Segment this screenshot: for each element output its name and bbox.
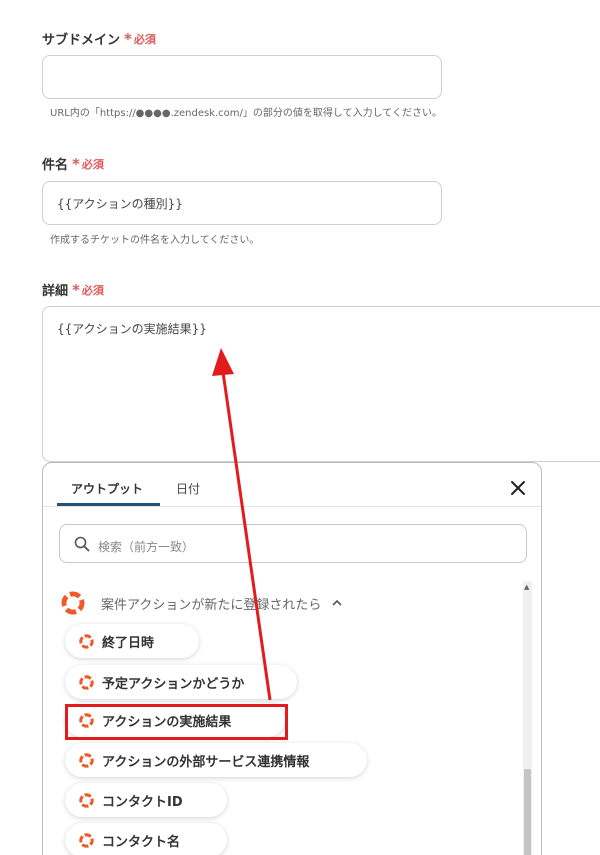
detail-label-text: 詳細 (42, 284, 69, 299)
subject-label: 件名 * 必須 (42, 154, 104, 174)
output-item[interactable]: コンタクトID (65, 783, 227, 817)
output-group-header[interactable]: 案件アクションが新たに登録されたら (61, 591, 343, 615)
popup-tabs: アウトプット 日付 (43, 463, 541, 507)
lifebuoy-icon (79, 674, 94, 690)
subdomain-help-text: URL内の「https://●●●●.zendesk.com/」の部分の値を取得… (50, 108, 443, 119)
lifebuoy-icon (79, 752, 94, 768)
output-item-label: 予定アクションかどうか (102, 676, 245, 692)
lifebuoy-icon (79, 633, 94, 649)
search-input[interactable]: 検索（前方一致） (59, 524, 527, 563)
close-icon[interactable] (507, 477, 529, 499)
subdomain-label: サブドメイン * 必須 (42, 29, 156, 49)
tab-date[interactable]: 日付 (176, 480, 200, 497)
lifebuoy-icon (79, 832, 94, 848)
required-text: 必須 (133, 32, 156, 46)
required-text: 必須 (81, 157, 104, 171)
subject-label-text: 件名 (42, 158, 69, 173)
output-item-label: 終了日時 (102, 635, 155, 651)
scrollbar-thumb[interactable] (524, 769, 531, 855)
detail-label: 詳細 * 必須 (42, 280, 104, 300)
tab-output[interactable]: アウトプット (71, 480, 143, 497)
output-item-label: アクションの外部サービス連携情報 (102, 754, 310, 770)
subject-help-text: 作成するチケットの件名を入力してください。 (50, 235, 260, 246)
group-title: 案件アクションが新たに登録されたら (101, 597, 322, 613)
subject-input[interactable]: {{アクションの種別}} (42, 181, 442, 225)
output-item[interactable]: アクションの外部サービス連携情報 (65, 743, 367, 777)
chevron-up-icon[interactable] (331, 597, 343, 609)
lifebuoy-icon (79, 792, 94, 808)
output-picker-popup: アウトプット 日付 検索（前方一致） ▲ 案件アクションが新たに登録されたら 終… (42, 462, 542, 855)
output-item-label: コンタクト名 (102, 834, 181, 850)
required-marker: * 必須 (72, 280, 104, 299)
search-placeholder: 検索（前方一致） (98, 540, 195, 554)
output-item[interactable]: 終了日時 (65, 624, 199, 658)
annotation-highlight-box (65, 704, 288, 740)
scroll-up-arrow-icon[interactable]: ▲ (524, 583, 529, 591)
required-text: 必須 (81, 283, 104, 297)
detail-textarea[interactable]: {{アクションの実施結果}} (42, 306, 600, 462)
subdomain-input[interactable] (42, 55, 442, 99)
required-marker: * 必須 (124, 29, 156, 48)
subdomain-label-text: サブドメイン (42, 33, 121, 48)
lifebuoy-icon (61, 591, 85, 615)
output-item[interactable]: 予定アクションかどうか (65, 665, 297, 699)
search-icon (74, 536, 90, 552)
output-item-label: コンタクトID (102, 794, 183, 810)
output-item[interactable]: コンタクト名 (65, 823, 227, 855)
active-tab-indicator (57, 503, 160, 506)
required-marker: * 必須 (72, 154, 104, 173)
